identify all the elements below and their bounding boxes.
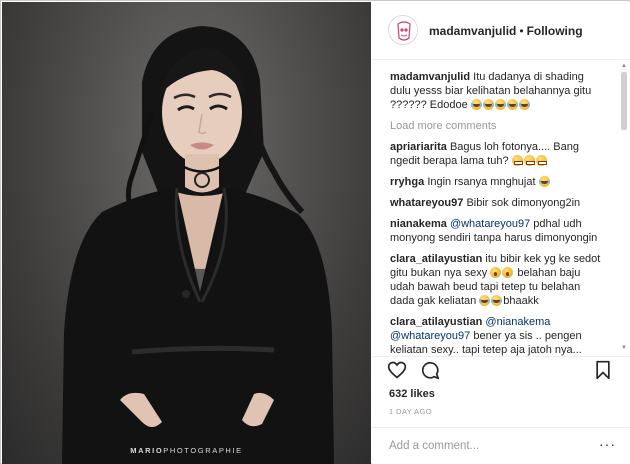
comment-text-end: bhaakk (503, 295, 539, 307)
laughing-emoji-icon (482, 99, 494, 110)
grin-emoji-icon (523, 155, 535, 166)
load-more-comments-link[interactable]: Load more comments (390, 119, 606, 133)
comment-text: Bibir sok dimonyong2in (466, 197, 581, 209)
comments-scrollbar[interactable]: ▲ ▼ (620, 62, 628, 352)
post-photo[interactable]: MARIOPHOTOGRAPHIE (2, 2, 371, 464)
laughing-emoji-icon (518, 99, 530, 110)
comment-username[interactable]: whatareyou97 (390, 197, 463, 209)
heart-icon[interactable] (387, 360, 407, 380)
comment-username[interactable]: clara_atilayustian (390, 253, 482, 265)
post-date: 1 DAY AGO (389, 407, 432, 416)
post-side-panel: madamvanjulid • Following madamvanjulid It… (372, 2, 630, 464)
laughing-emoji-icon (479, 295, 491, 306)
comment-username[interactable]: apriariarita (390, 141, 447, 153)
comment-username[interactable]: madamvanjulid (390, 71, 470, 83)
scroll-down-icon[interactable]: ▼ (620, 344, 628, 352)
scroll-up-icon[interactable]: ▲ (620, 62, 628, 70)
laughing-emoji-icon (470, 99, 482, 110)
likes-count[interactable]: 632 likes (389, 388, 435, 400)
comment-username[interactable]: clara_atilayustian (390, 316, 482, 328)
follow-status-button[interactable]: Following (527, 24, 583, 38)
comment-mention-link[interactable]: @whatareyou97 (390, 330, 470, 342)
grin-emoji-icon (535, 155, 547, 166)
comment-bubble-icon[interactable] (420, 360, 440, 380)
post-header: madamvanjulid • Following (372, 2, 630, 60)
comment-item: apriariarita Bagus loh fotonya.... Bang … (390, 140, 606, 168)
scream-emoji-icon (502, 267, 514, 278)
scream-emoji-icon (490, 267, 502, 278)
header-user-line: madamvanjulid • Following (429, 24, 583, 38)
comment-list[interactable]: madamvanjulid Itu dadanya di shading dul… (372, 61, 630, 356)
post-actions (372, 357, 630, 383)
laughing-emoji-icon (506, 99, 518, 110)
bookmark-icon[interactable] (593, 360, 613, 380)
photo-watermark: MARIOPHOTOGRAPHIE (130, 446, 243, 455)
comment-item: rryhga Ingin rsanya mnghujat (390, 175, 606, 189)
grin-emoji-icon (511, 155, 523, 166)
comment-mention-link[interactable]: @whatareyou97 (450, 218, 530, 230)
comment-item: clara_atilayustian @nianakema @whatareyo… (390, 315, 606, 356)
comment-item: clara_atilayustian itu bibir kek yg ke s… (390, 252, 606, 308)
comment-mention-link[interactable]: @nianakema (485, 316, 550, 328)
header-username[interactable]: madamvanjulid (429, 24, 516, 38)
add-comment-input[interactable] (389, 438, 589, 454)
comment-item: whatareyou97 Bibir sok dimonyong2in (390, 196, 606, 210)
laughing-emoji-icon (494, 99, 506, 110)
post-frame: MARIOPHOTOGRAPHIE madamvanjulid • Followin… (0, 0, 630, 464)
scrollbar-thumb[interactable] (621, 72, 627, 130)
laughing-emoji-icon (538, 176, 550, 187)
laughing-emoji-icon (491, 295, 503, 306)
more-options-icon[interactable]: ··· (599, 436, 616, 452)
caption-comment: madamvanjulid Itu dadanya di shading dul… (390, 70, 606, 112)
avatar-logo-icon (390, 17, 417, 44)
add-comment-row: ··· (372, 427, 630, 464)
comment-username[interactable]: rryhga (390, 176, 424, 188)
comment-username[interactable]: nianakema (390, 218, 447, 230)
comment-text: Ingin rsanya mnghujat (427, 176, 536, 188)
avatar[interactable] (388, 15, 418, 45)
comment-item: nianakema @whatareyou97 pdhal udh monyon… (390, 217, 606, 245)
header-separator: • (519, 24, 524, 38)
portrait-illustration (62, 26, 334, 464)
